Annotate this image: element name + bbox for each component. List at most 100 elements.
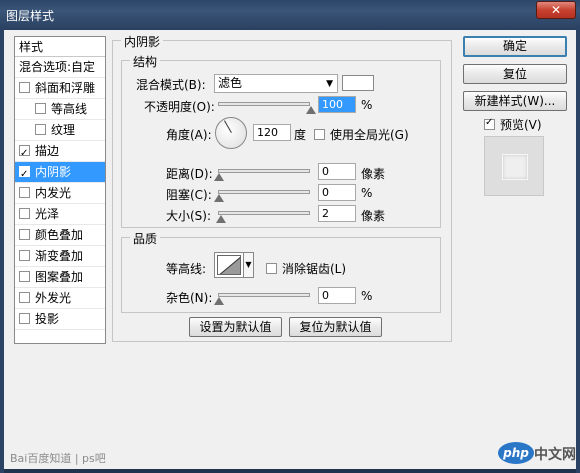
style-item-checkbox[interactable] [35, 124, 46, 135]
distance-slider-track[interactable] [218, 169, 310, 173]
style-item-checkbox[interactable] [19, 271, 30, 282]
preview-checkbox-box[interactable] [484, 117, 495, 130]
preview-label: 预览(V) [500, 118, 542, 132]
window-frame-right [576, 26, 580, 473]
new-style-button[interactable]: 新建样式(W)... [463, 91, 567, 111]
style-list-header[interactable]: 样式 [15, 37, 105, 57]
make-default-button[interactable]: 设置为默认值 [189, 317, 282, 337]
style-item-label: 内发光 [35, 186, 72, 200]
style-item[interactable]: 纹理 [15, 120, 105, 141]
blend-mode-select[interactable]: 滤色 ▼ [214, 74, 338, 93]
noise-input[interactable]: 0 [318, 287, 356, 304]
opacity-label: 不透明度(O): [144, 100, 215, 114]
style-item-label: 投影 [35, 312, 60, 326]
quality-title: 品质 [130, 230, 161, 247]
style-item[interactable]: 图案叠加 [15, 267, 105, 288]
contour-picker[interactable]: ▼ [214, 252, 254, 278]
style-item-checkbox[interactable] [19, 164, 30, 185]
angle-input[interactable]: 120 [253, 124, 291, 141]
angle-dial[interactable] [215, 117, 247, 149]
inner-shadow-title: 内阴影 [121, 33, 164, 50]
choke-unit: % [361, 186, 373, 200]
style-item[interactable]: 内阴影 [15, 162, 105, 185]
opacity-input[interactable]: 100 [318, 96, 356, 113]
contour-curve-icon [219, 257, 240, 274]
style-item[interactable]: 等高线 [15, 99, 105, 120]
size-slider-track[interactable] [218, 211, 310, 215]
ok-button[interactable]: 确定 [463, 36, 567, 57]
blend-color-swatch[interactable] [342, 75, 374, 91]
style-item-label: 内阴影 [35, 165, 72, 179]
style-item-checkbox[interactable] [19, 143, 30, 164]
size-input[interactable]: 2 [318, 205, 356, 222]
style-item-checkbox[interactable] [19, 208, 30, 219]
close-icon: ✕ [550, 3, 562, 17]
style-item[interactable]: 渐变叠加 [15, 246, 105, 267]
style-item-label: 光泽 [35, 207, 60, 221]
style-item-label: 图案叠加 [35, 270, 84, 284]
size-label: 大小(S): [166, 209, 212, 223]
angle-dial-needle [224, 120, 232, 133]
choke-slider-thumb[interactable] [214, 194, 224, 202]
style-item[interactable]: 描边 [15, 141, 105, 164]
style-item-label: 纹理 [51, 123, 76, 137]
blend-mode-label: 混合模式(B): [136, 78, 206, 92]
style-item[interactable]: 颜色叠加 [15, 225, 105, 246]
style-item-label: 描边 [35, 144, 60, 158]
contour-preview [217, 255, 241, 275]
distance-label: 距离(D): [166, 167, 213, 181]
antialias-checkbox[interactable]: 消除锯齿(L) [266, 260, 346, 277]
opacity-slider-track[interactable] [218, 102, 310, 106]
style-list: 样式 混合选项:自定 斜面和浮雕等高线纹理描边内阴影内发光光泽颜色叠加渐变叠加图… [14, 36, 106, 344]
structure-group: 结构 混合模式(B): 滤色 ▼ 不透明度(O): 100 % 角度(A): 1… [121, 53, 441, 228]
opacity-unit: % [361, 98, 373, 112]
size-unit: 像素 [361, 209, 386, 223]
php-cn-logo-text: 中文网 [534, 447, 576, 463]
noise-slider-thumb[interactable] [214, 297, 224, 305]
noise-label: 杂色(N): [166, 291, 213, 305]
style-item[interactable]: 外发光 [15, 288, 105, 309]
style-item[interactable]: 内发光 [15, 183, 105, 204]
style-item-checkbox[interactable] [19, 229, 30, 240]
style-item-checkbox[interactable] [19, 187, 30, 198]
style-item-checkbox[interactable] [19, 250, 30, 261]
structure-title: 结构 [130, 53, 161, 70]
layer-style-dialog: 样式 混合选项:自定 斜面和浮雕等高线纹理描边内阴影内发光光泽颜色叠加渐变叠加图… [4, 30, 576, 469]
choke-input[interactable]: 0 [318, 184, 356, 201]
reset-default-button[interactable]: 复位为默认值 [289, 317, 382, 337]
global-light-checkbox[interactable]: 使用全局光(G) [314, 126, 409, 143]
style-preview-swatch [502, 154, 528, 180]
style-item[interactable]: 光泽 [15, 204, 105, 225]
title-bar: 图层样式 ✕ [0, 0, 580, 30]
style-item-checkbox[interactable] [19, 292, 30, 303]
global-light-label: 使用全局光(G) [330, 128, 409, 142]
global-light-checkbox-box[interactable] [314, 129, 325, 140]
size-slider-thumb[interactable] [216, 215, 226, 223]
window-title: 图层样式 [6, 9, 55, 23]
opacity-slider-thumb[interactable] [306, 106, 316, 114]
style-item-checkbox[interactable] [19, 82, 30, 93]
antialias-checkbox-box[interactable] [266, 263, 277, 274]
style-item-checkbox[interactable] [19, 313, 30, 324]
choke-slider-track[interactable] [218, 190, 310, 194]
angle-unit: 度 [294, 128, 307, 142]
blend-mode-value: 滤色 [218, 76, 243, 90]
style-preview [484, 136, 544, 196]
baidu-watermark: Bai百度知道 | ps吧 [10, 452, 106, 465]
blend-options-item[interactable]: 混合选项:自定 [15, 57, 105, 78]
distance-input[interactable]: 0 [318, 163, 356, 180]
angle-label: 角度(A): [166, 128, 212, 142]
style-item[interactable]: 投影 [15, 309, 105, 330]
noise-unit: % [361, 289, 373, 303]
reset-button[interactable]: 复位 [463, 64, 567, 84]
preview-checkbox[interactable]: 预览(V) [484, 116, 542, 133]
style-item[interactable]: 斜面和浮雕 [15, 78, 105, 99]
close-button[interactable]: ✕ [536, 1, 576, 19]
contour-dropdown-icon[interactable]: ▼ [243, 253, 253, 277]
choke-label: 阻塞(C): [166, 188, 212, 202]
noise-slider-track[interactable] [218, 293, 310, 297]
distance-slider-thumb[interactable] [214, 173, 224, 181]
php-logo: php [498, 442, 534, 464]
style-item-label: 渐变叠加 [35, 249, 84, 263]
style-item-checkbox[interactable] [35, 103, 46, 114]
